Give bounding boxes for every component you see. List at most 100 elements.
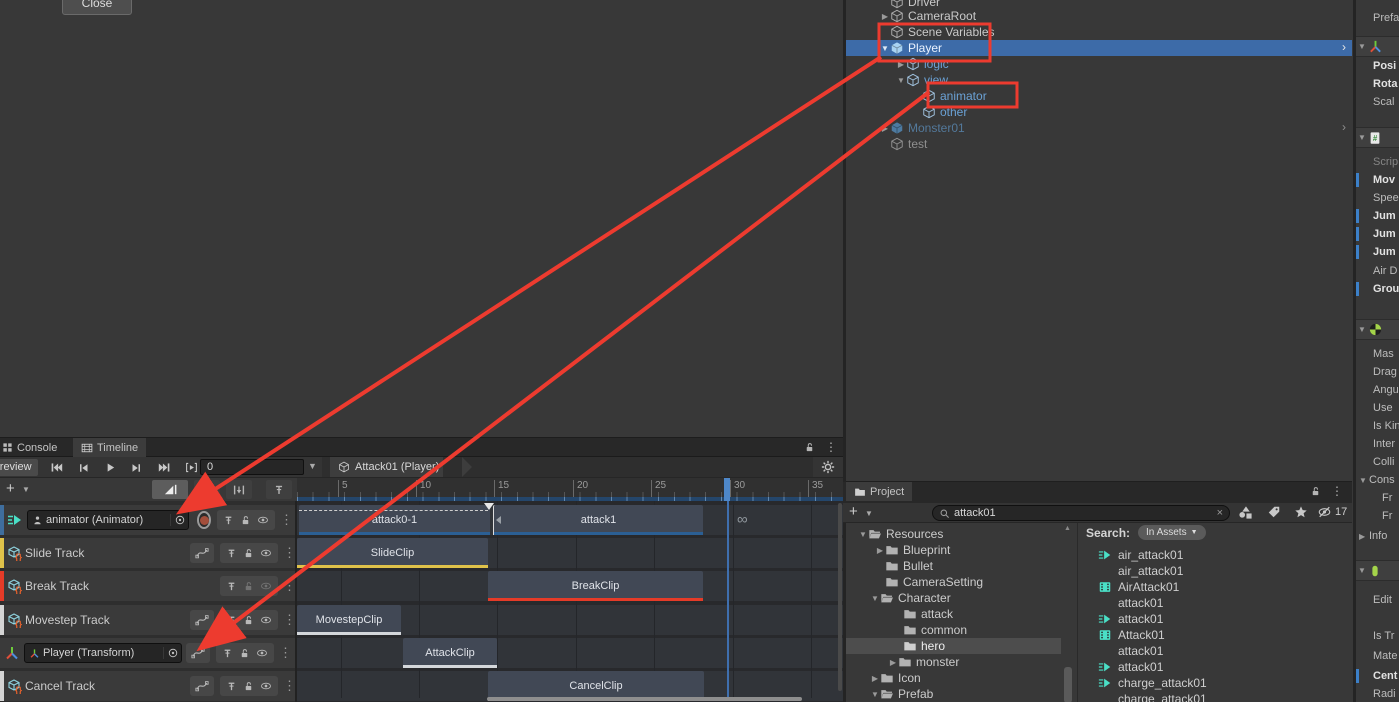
lock-open-icon[interactable] <box>243 614 254 626</box>
search-by-type-button[interactable] <box>1238 505 1253 520</box>
clip-attack[interactable]: AttackClip <box>403 638 497 668</box>
frame-field[interactable]: 0 <box>200 459 304 475</box>
track-header-slide[interactable]: Slide Track ⋮ <box>0 538 295 568</box>
pin-icon[interactable] <box>225 614 238 627</box>
search-by-label-button[interactable] <box>1267 505 1281 519</box>
create-asset-button[interactable]: + <box>849 503 858 520</box>
center-row[interactable]: Cent <box>1356 668 1399 684</box>
breadcrumb[interactable]: Attack01 (Player) <box>330 457 443 477</box>
tree-item-blueprint[interactable]: ▶ Blueprint <box>846 542 1061 558</box>
eye-icon[interactable] <box>255 647 269 659</box>
expand-arrow-icon[interactable]: ▶ <box>896 60 906 69</box>
result-row[interactable]: attack01 <box>1080 643 1352 659</box>
hierarchy-item-test[interactable]: test <box>846 136 1352 152</box>
object-picker-icon[interactable] <box>170 514 188 526</box>
prefab-chevron-icon[interactable]: › <box>1342 120 1346 134</box>
collapse-arrow-icon[interactable]: ▼ <box>880 44 890 53</box>
eye-icon[interactable] <box>256 514 270 526</box>
result-row[interactable]: Attack01 <box>1080 627 1352 643</box>
next-frame-button[interactable] <box>125 458 149 477</box>
hierarchy-item-player[interactable]: ▼ Player › <box>846 40 1352 56</box>
jump-row[interactable]: Jum <box>1356 244 1399 260</box>
mass-row[interactable]: Mas <box>1356 346 1399 362</box>
record-button[interactable] <box>197 511 211 529</box>
clip-attack1[interactable]: attack1 <box>493 505 703 535</box>
result-row[interactable]: attack01 <box>1080 595 1352 611</box>
expand-arrow-icon[interactable]: ▶ <box>870 674 880 683</box>
interpolate-row[interactable]: Inter <box>1356 436 1399 452</box>
collapse-arrow-icon[interactable]: ▼ <box>896 76 906 85</box>
track-header-player[interactable]: Player (Transform) ⋮ <box>0 638 295 668</box>
pin-icon[interactable] <box>225 547 238 560</box>
lock-open-icon[interactable] <box>1310 485 1321 497</box>
tree-item-resources[interactable]: ▼ Resources <box>846 526 1061 542</box>
collision-row[interactable]: Colli <box>1356 454 1399 470</box>
ripple-mode-button[interactable] <box>194 480 220 499</box>
play-button[interactable] <box>98 458 122 477</box>
tree-item-camerasetting[interactable]: CameraSetting <box>846 574 1061 590</box>
mix-mode-button[interactable] <box>152 480 188 499</box>
vertical-scrollbar[interactable] <box>838 503 842 691</box>
curves-button[interactable] <box>190 543 214 563</box>
is-trigger-row[interactable]: Is Tr <box>1356 628 1399 644</box>
marker-toggle-button[interactable] <box>266 480 292 499</box>
tree-scrollbar[interactable]: ▲ <box>1062 523 1074 702</box>
scroll-up-icon[interactable]: ▲ <box>1064 525 1071 532</box>
collapse-arrow-icon[interactable]: ▼ <box>1356 133 1368 142</box>
position-row[interactable]: Posi <box>1356 58 1399 74</box>
add-track-button[interactable]: + <box>6 480 15 497</box>
lock-open-icon[interactable] <box>243 580 254 592</box>
speed-row[interactable]: Spee <box>1356 190 1399 206</box>
hierarchy-item-animator[interactable]: animator <box>846 88 1352 104</box>
jump-row[interactable]: Jum <box>1356 208 1399 224</box>
pin-icon[interactable] <box>222 514 235 527</box>
rotation-row[interactable]: Rota <box>1356 76 1399 92</box>
frame-dropdown-caret[interactable]: ▼ <box>308 461 317 471</box>
track-header-movestep[interactable]: Movestep Track ⋮ <box>0 605 295 635</box>
clip-slide[interactable]: SlideClip <box>297 538 488 568</box>
collapse-arrow-icon[interactable]: ▼ <box>870 690 880 699</box>
jump-row[interactable]: Jum <box>1356 226 1399 242</box>
hierarchy-item-scene-variables[interactable]: Scene Variables <box>846 24 1352 40</box>
pin-icon[interactable] <box>225 680 238 693</box>
skip-to-end-button[interactable] <box>152 458 176 477</box>
collapse-arrow-icon[interactable]: ▼ <box>1356 325 1368 334</box>
player-object-field[interactable]: Player (Transform) <box>24 643 182 663</box>
transform-component-header[interactable]: ▼ <box>1356 36 1399 57</box>
angular-drag-row[interactable]: Angu <box>1356 382 1399 398</box>
result-row[interactable]: charge_attack01 <box>1080 691 1352 702</box>
clip-marker-icon[interactable] <box>484 503 494 510</box>
timeline-end-marker[interactable] <box>724 478 730 501</box>
gear-icon[interactable] <box>821 460 835 474</box>
hidden-count-toggle[interactable]: 17 <box>1317 505 1347 519</box>
tree-item-common[interactable]: common <box>846 622 1061 638</box>
eye-icon[interactable] <box>259 547 273 559</box>
kebab-menu-icon[interactable]: ⋮ <box>283 612 295 628</box>
constraints-row[interactable]: Cons <box>1356 472 1399 488</box>
result-row[interactable]: attack01 <box>1080 611 1352 627</box>
curves-button[interactable] <box>186 643 210 663</box>
tree-item-bullet[interactable]: Bullet <box>846 558 1061 574</box>
tree-item-icon[interactable]: ▶ Icon <box>846 670 1061 686</box>
freeze-rotation-row[interactable]: Fr <box>1356 508 1399 524</box>
radius-row[interactable]: Radi <box>1356 686 1399 702</box>
hierarchy-item-other[interactable]: other <box>846 104 1352 120</box>
kebab-menu-icon[interactable]: ⋮ <box>283 545 295 561</box>
tree-item-monster[interactable]: ▶ monster <box>846 654 1061 670</box>
script-component-header[interactable]: ▼ <box>1356 127 1399 148</box>
eye-icon[interactable] <box>259 580 273 592</box>
ground-row[interactable]: Grou <box>1356 281 1399 297</box>
eye-icon[interactable] <box>259 680 273 692</box>
pin-icon[interactable] <box>221 647 234 660</box>
pin-icon[interactable] <box>225 580 238 593</box>
kebab-menu-icon[interactable]: ⋮ <box>283 678 295 694</box>
collapse-arrow-icon[interactable]: ▼ <box>1356 42 1368 51</box>
collapse-arrow-icon[interactable]: ▼ <box>870 594 880 603</box>
tree-item-prefab[interactable]: ▼ Prefab <box>846 686 1061 702</box>
tree-item-attack[interactable]: attack <box>846 606 1061 622</box>
material-row[interactable]: Mate <box>1356 648 1399 664</box>
kebab-menu-icon[interactable]: ⋮ <box>280 512 292 528</box>
move-row[interactable]: Mov <box>1356 172 1399 188</box>
timeline-ruler[interactable]: 5 10 15 20 25 30 35 <box>297 478 843 501</box>
tab-console[interactable]: Console <box>0 438 65 457</box>
